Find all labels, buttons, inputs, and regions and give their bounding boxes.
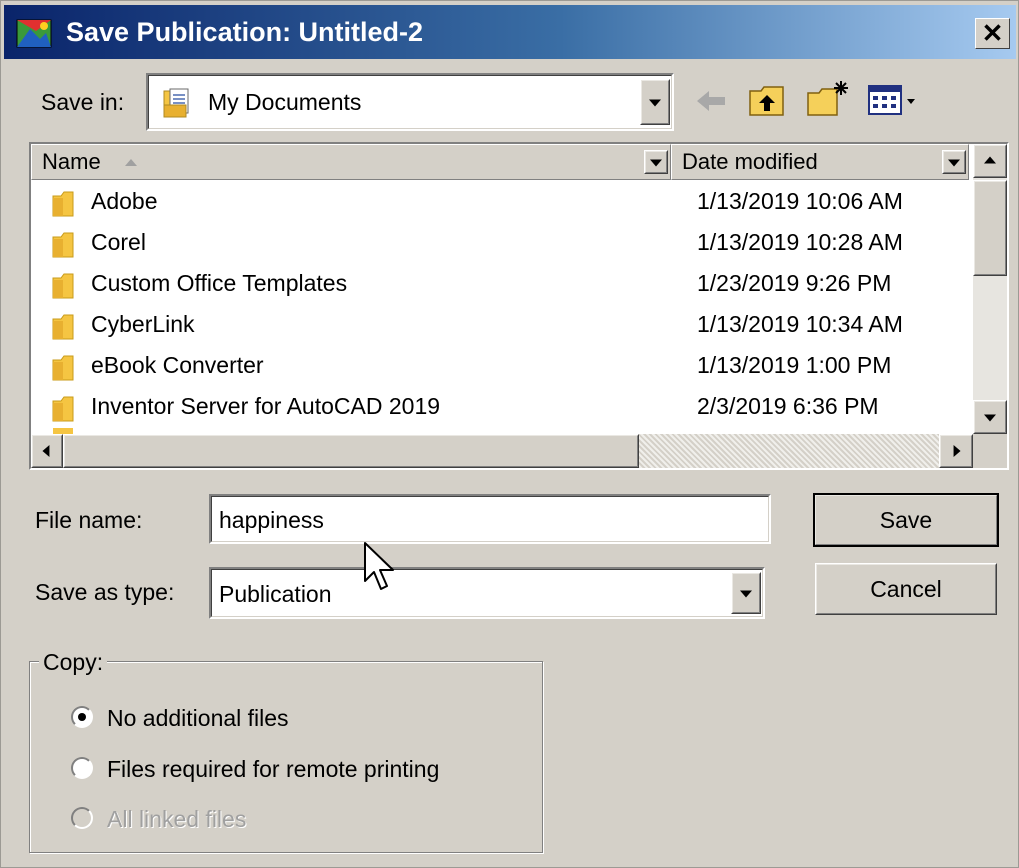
folder-icon — [52, 314, 74, 340]
save-in-combobox[interactable]: My Documents — [146, 73, 674, 131]
save-in-dropdown-button[interactable] — [640, 79, 670, 125]
column-name-label: Name — [42, 149, 101, 174]
scroll-down-button[interactable] — [973, 400, 1007, 434]
view-menu-icon[interactable] — [867, 83, 919, 117]
horizontal-scrollbar[interactable] — [31, 434, 973, 468]
file-date: 1/13/2019 10:34 AM — [697, 311, 903, 337]
file-date: 2/3/2019 6:36 PM — [697, 393, 879, 419]
folder-icon — [52, 232, 74, 258]
scrollbar-corner — [973, 434, 1007, 468]
list-item[interactable]: Inventor Server for AutoCAD 2019 2/3/201… — [31, 387, 969, 427]
save-as-type-value: Publication — [219, 581, 332, 607]
file-list[interactable]: Name Date modified Adobe 1/13/2019 10:06… — [29, 142, 1009, 470]
mouse-cursor-icon — [364, 542, 394, 590]
list-item[interactable]: CyberLink 1/13/2019 10:34 AM — [31, 305, 969, 345]
list-item[interactable]: Adobe 1/13/2019 10:06 AM — [31, 182, 969, 222]
publisher-app-icon — [16, 19, 52, 48]
file-name: Inventor Server for AutoCAD 2019 — [91, 393, 441, 419]
window-title: Save Publication: Untitled-2 — [66, 17, 424, 47]
file-name-label: File name: — [35, 507, 143, 533]
file-date: 1/13/2019 10:28 AM — [697, 229, 903, 255]
title-bar[interactable]: Save Publication: Untitled-2 ✕ — [4, 5, 1016, 59]
save-as-type-combobox[interactable]: Publication — [209, 567, 765, 619]
folder-icon — [52, 396, 74, 422]
radio-selected-dot — [78, 713, 86, 721]
my-documents-icon — [163, 88, 189, 118]
close-icon: ✕ — [981, 18, 1004, 48]
scroll-right-button[interactable] — [939, 434, 973, 468]
radio-no-additional-files[interactable] — [71, 706, 93, 728]
list-item[interactable]: Custom Office Templates 1/23/2019 9:26 P… — [31, 264, 969, 304]
file-date: 1/23/2019 9:26 PM — [697, 270, 892, 296]
chevron-down-icon — [740, 590, 752, 598]
list-item[interactable]: Corel 1/13/2019 10:28 AM — [31, 223, 969, 263]
name-column-dropdown[interactable] — [644, 150, 668, 174]
date-column-dropdown[interactable] — [942, 150, 966, 174]
save-in-value: My Documents — [208, 89, 362, 115]
save-as-type-dropdown-button[interactable] — [731, 572, 761, 614]
file-date: 1/13/2019 10:06 AM — [697, 188, 903, 214]
radio-label-files-remote-printing[interactable]: Files required for remote printing — [107, 756, 439, 783]
chevron-up-icon — [984, 156, 996, 164]
column-date-label: Date modified — [682, 149, 818, 174]
new-folder-icon[interactable] — [805, 79, 851, 119]
save-publication-dialog: Save Publication: Untitled-2 ✕ Save in: … — [0, 0, 1019, 868]
chevron-left-icon — [42, 445, 50, 457]
cancel-button-label: Cancel — [870, 575, 942, 602]
close-button[interactable]: ✕ — [975, 18, 1010, 49]
folder-icon — [52, 191, 74, 217]
chevron-down-icon — [984, 414, 996, 422]
file-name: eBook Converter — [91, 352, 264, 378]
scroll-up-button[interactable] — [973, 144, 1007, 178]
list-item[interactable]: eBook Converter 1/13/2019 1:00 PM — [31, 346, 969, 386]
cancel-button[interactable]: Cancel — [815, 563, 997, 615]
file-name-field[interactable]: happiness — [209, 494, 771, 544]
file-name: CyberLink — [91, 311, 195, 337]
folder-icon — [52, 273, 74, 299]
chevron-right-icon — [953, 445, 961, 457]
file-name-value: happiness — [219, 507, 324, 533]
save-as-type-label: Save as type: — [35, 579, 175, 605]
save-in-label: Save in: — [41, 89, 125, 115]
save-button-label: Save — [879, 506, 933, 533]
vertical-scroll-thumb[interactable] — [973, 180, 1007, 276]
horizontal-scroll-thumb[interactable] — [63, 434, 639, 468]
folder-icon — [52, 355, 74, 381]
chevron-down-icon — [948, 159, 960, 167]
radio-label-all-linked-files: All linked files — [107, 806, 247, 832]
column-header-name[interactable]: Name — [31, 144, 671, 180]
file-date: 1/13/2019 1:00 PM — [697, 352, 892, 378]
back-arrow-icon[interactable] — [693, 87, 729, 115]
save-button[interactable]: Save — [813, 493, 999, 547]
radio-all-linked-files — [71, 807, 93, 829]
chevron-down-icon — [649, 99, 661, 107]
radio-label-no-additional-files[interactable]: No additional files — [107, 705, 289, 732]
file-name: Custom Office Templates — [91, 270, 348, 296]
vertical-scrollbar[interactable] — [973, 144, 1007, 434]
scroll-left-button[interactable] — [31, 434, 63, 468]
up-one-level-icon[interactable] — [747, 81, 787, 119]
file-name: Corel — [91, 229, 146, 255]
copy-group-label: Copy: — [39, 649, 108, 676]
radio-files-remote-printing[interactable] — [71, 757, 93, 779]
chevron-down-icon — [650, 159, 662, 167]
file-name: Adobe — [91, 188, 158, 214]
sort-ascending-icon — [125, 159, 137, 166]
column-header-date-modified[interactable]: Date modified — [671, 144, 969, 180]
